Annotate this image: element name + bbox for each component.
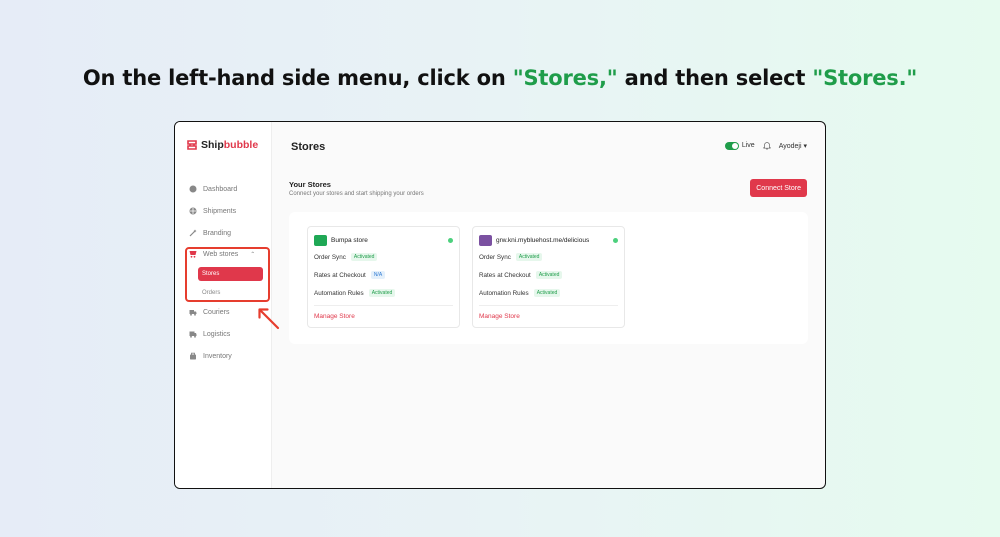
status-dot	[613, 238, 618, 243]
live-label: Live	[741, 142, 755, 149]
order-sync-row: Order Sync Activated	[479, 253, 543, 261]
annotation-arrow-icon	[258, 308, 280, 330]
store-card: grw.kni.mybluehost.me/delicious Order Sy…	[472, 226, 625, 328]
divider	[479, 305, 618, 306]
status-badge: Activated	[368, 289, 396, 297]
status-badge: N/A	[370, 271, 386, 279]
topbar-controls: Live Ayodeji ▾	[724, 141, 807, 150]
woocommerce-logo-icon	[479, 235, 492, 246]
shipments-icon	[189, 207, 197, 215]
logistics-icon	[189, 331, 197, 338]
sidebar-item-dashboard[interactable]: Dashboard	[189, 185, 237, 193]
sidebar-item-branding[interactable]: Branding	[189, 229, 231, 237]
automation-row: Automation Rules Activated	[314, 289, 396, 297]
inventory-icon	[190, 352, 196, 360]
sidebar-item-logistics[interactable]: Logistics	[189, 330, 230, 338]
section-subtitle: Connect your stores and start shipping y…	[289, 191, 424, 197]
rates-row: Rates at Checkout Activated	[479, 271, 563, 279]
store-card-header: Bumpa store	[314, 235, 368, 246]
store-name: Bumpa store	[331, 237, 368, 244]
status-badge: Activated	[515, 253, 543, 261]
annotation-highlight-box	[185, 247, 270, 302]
store-card: Bumpa store Order Sync Activated Rates a…	[307, 226, 460, 328]
instruction-highlight-1: "Stores,"	[512, 66, 618, 90]
brand-logo[interactable]: Shipbubble	[186, 139, 258, 151]
instruction-heading: On the left-hand side menu, click on "St…	[0, 66, 1000, 90]
instruction-highlight-2: "Stores."	[812, 66, 918, 90]
toggle-switch[interactable]	[724, 141, 739, 150]
live-toggle[interactable]: Live	[724, 141, 755, 150]
user-menu[interactable]: Ayodeji ▾	[779, 142, 807, 150]
automation-row: Automation Rules Activated	[479, 289, 561, 297]
instruction-middle: and then select	[617, 66, 813, 90]
manage-store-link[interactable]: Manage Store	[479, 313, 520, 320]
shipbubble-logo-icon	[187, 140, 197, 150]
bumpa-logo-icon	[314, 235, 327, 246]
section-title: Your Stores	[289, 180, 331, 189]
status-badge: Activated	[535, 271, 563, 279]
app-window: Shipbubble Dashboard Shipments Branding …	[174, 121, 826, 489]
manage-store-link[interactable]: Manage Store	[314, 313, 355, 320]
caret-down-icon: ▾	[803, 142, 807, 150]
order-sync-row: Order Sync Activated	[314, 253, 378, 261]
page-title: Stores	[291, 141, 326, 153]
sidebar-item-inventory[interactable]: Inventory	[189, 352, 232, 360]
branding-icon	[189, 229, 197, 237]
couriers-icon	[189, 310, 197, 316]
brand-name: Shipbubble	[201, 139, 259, 151]
connect-store-button[interactable]: Connect Store	[750, 179, 807, 197]
divider	[314, 305, 453, 306]
stores-panel: Bumpa store Order Sync Activated Rates a…	[289, 212, 808, 344]
sidebar-item-couriers[interactable]: Couriers	[189, 308, 229, 316]
sidebar-item-shipments[interactable]: Shipments	[189, 207, 236, 215]
store-name: grw.kni.mybluehost.me/delicious	[496, 237, 590, 244]
instruction-prefix: On the left-hand side menu, click on	[82, 66, 513, 90]
status-badge: Activated	[350, 253, 378, 261]
store-card-header: grw.kni.mybluehost.me/delicious	[479, 235, 589, 246]
dashboard-icon	[189, 185, 197, 193]
bell-icon[interactable]	[763, 141, 771, 150]
rates-row: Rates at Checkout N/A	[314, 271, 386, 279]
status-badge: Activated	[533, 289, 561, 297]
status-dot	[448, 238, 453, 243]
